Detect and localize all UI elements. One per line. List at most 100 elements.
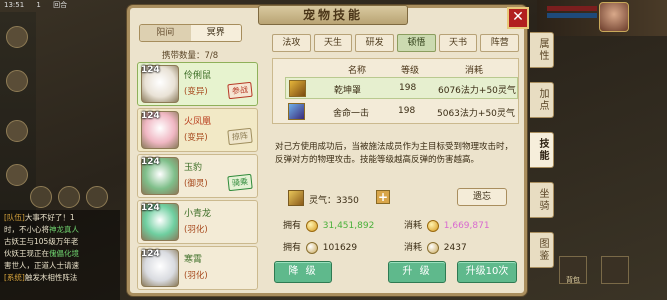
pet-name: 伶俐鼠 [184, 71, 212, 81]
skill-tabs: 法攻 天生 研发 顿悟 天书 阵营 [272, 34, 520, 52]
pet-status-badge: 参战 [227, 81, 253, 100]
skill-icon [288, 103, 305, 120]
dialog-title: 宠物技能 [258, 5, 408, 25]
chat-highlight: 神龙真人 [49, 225, 79, 234]
hp-bar [547, 6, 597, 11]
skill-level: 198 [399, 83, 417, 93]
skill-tab[interactable]: 天生 [313, 34, 353, 52]
chat-text: 古妖王与105级万年老 [4, 237, 79, 246]
map-icon[interactable] [6, 70, 28, 92]
side-tab[interactable]: 加点 [530, 82, 554, 118]
skill-description: 对己方使用成功后，当被施法成员作为主目标受到物理攻击时，反弹对方的物理攻击。技能… [275, 142, 514, 165]
realm-option[interactable]: 冥界 [190, 25, 241, 41]
realm-option[interactable]: 阳间 [140, 25, 191, 41]
menu-icon[interactable] [6, 26, 28, 48]
pet-status-badge: 骑乘 [227, 173, 253, 192]
skill-cost: 5063法力+50灵气 [437, 109, 515, 119]
status-signal: 1 [36, 1, 41, 9]
skill-table: 名称 等级 消耗 乾坤罩 198 6076法力+50灵气 舍命一击 198 5063法力+… [272, 58, 519, 124]
skill-tab[interactable]: 法攻 [272, 34, 311, 52]
status-bar: 13:51 1 回合 [0, 0, 130, 12]
lingqi-value: 灵气：3350 [309, 196, 359, 206]
chat-tag: [系统] [4, 273, 25, 282]
chat-line: 时，不小心将神龙真人 [4, 224, 116, 236]
chat-text: 时，不小心将 [4, 225, 49, 234]
skill-tab[interactable]: 阵营 [480, 34, 520, 52]
bag-button[interactable]: 背包 [559, 256, 587, 284]
cost-silver-value: 2437 [443, 243, 467, 253]
have-gold-value: 31,451,892 [322, 221, 375, 231]
pet-type: (御灵) [184, 179, 208, 189]
pet-name: 寒霄 [184, 255, 203, 265]
have-silver-value: 101629 [322, 243, 358, 253]
task-icon[interactable] [6, 120, 28, 142]
pet-row[interactable]: 124 火凤凰 (变异) 掠阵 [137, 108, 258, 152]
realm-toggle: 阳间 冥界 [139, 24, 242, 42]
downgrade-button[interactable]: 降 级 [274, 261, 332, 283]
gold-coin-icon [305, 219, 318, 232]
pet-level: 124 [141, 157, 160, 167]
side-tab[interactable]: 属性 [530, 32, 554, 68]
chat-text: 触发木相性阵法 [24, 273, 78, 282]
pet-type: (变异) [184, 133, 208, 143]
side-tab[interactable]: 坐骑 [530, 182, 554, 218]
cost-label: 消耗 [404, 221, 423, 231]
forget-button[interactable]: 遗忘 [457, 188, 507, 206]
carry-count: 携带数量：7/8 [162, 51, 219, 61]
chat-dock [30, 186, 120, 208]
game-screen: 13:51 1 回合 [队伍]大事不好了！1 时，不小心将神龙真人 古妖王与105级… [0, 0, 667, 300]
friend-icon[interactable] [30, 186, 52, 208]
chat-text: 大事不好了！1 [24, 213, 75, 222]
voice-icon[interactable] [86, 186, 108, 208]
pet-status-badge: 掠阵 [227, 127, 253, 146]
silver-coin-icon [426, 241, 439, 254]
add-lingqi-button[interactable]: + [376, 190, 390, 204]
status-time: 13:51 [4, 1, 25, 9]
hero-portrait[interactable] [599, 2, 629, 32]
mp-bar [547, 13, 597, 18]
have-silver-row: 拥有 101629 [283, 240, 357, 254]
pet-row[interactable]: 124 伶俐鼠 (变异) 参战 [137, 62, 258, 106]
skill-name: 乾坤罩 [334, 86, 362, 96]
skill-tab[interactable]: 天书 [438, 34, 478, 52]
cost-label: 消耗 [404, 243, 423, 253]
skill-row[interactable]: 乾坤罩 198 6076法力+50灵气 [285, 77, 518, 99]
upgrade-10-button[interactable]: 升级10次 [457, 261, 517, 283]
lingqi-icon [288, 190, 304, 206]
chat-line: [系统]触发木相性阵法 [4, 272, 116, 284]
chat-line: 害世人，正道人士请速 [4, 260, 116, 272]
chat-panel[interactable]: [队伍]大事不好了！1 时，不小心将神龙真人 古妖王与105级万年老 伙妖王现正在傀儡… [0, 210, 120, 300]
pet-name: 火凤凰 [184, 117, 212, 127]
chat-icon[interactable] [58, 186, 80, 208]
gold-coin-icon [426, 219, 439, 232]
player-hud [537, 0, 667, 36]
chat-highlight: 傀儡化境 [49, 249, 79, 258]
pet-name: 玉豹 [184, 163, 203, 173]
team-icon[interactable] [6, 164, 28, 186]
silver-coin-icon [305, 241, 318, 254]
cost-silver-row: 消耗 2437 [404, 240, 467, 254]
chat-text: 害世人，正道人士请速 [4, 261, 79, 270]
cost-gold-value: 1,669,871 [443, 221, 490, 231]
skill-level: 198 [398, 106, 416, 116]
pet-type: (变异) [184, 87, 208, 97]
pet-row[interactable]: 124 小青龙 (羽化) [137, 200, 258, 244]
side-tab[interactable]: 图鉴 [530, 232, 554, 268]
skill-name: 舍命一击 [333, 109, 370, 119]
close-button[interactable]: ✕ [507, 7, 529, 29]
skill-tab[interactable]: 研发 [355, 34, 395, 52]
pet-level: 124 [141, 249, 160, 259]
pet-row[interactable]: 124 寒霄 (羽化) [137, 246, 258, 290]
skill-tab[interactable]: 顿悟 [397, 34, 436, 52]
pet-row[interactable]: 124 玉豹 (御灵) 骑乘 [137, 154, 258, 198]
status-action: 回合 [53, 1, 68, 9]
upgrade-button[interactable]: 升 级 [388, 261, 446, 283]
header-level: 等级 [401, 66, 420, 76]
pet-type: (羽化) [184, 271, 208, 281]
pet-list: 124 伶俐鼠 (变异) 参战 124 火凤凰 (变异) 掠阵 124 玉豹 (御灵) 骑乘 124 小青… [137, 62, 258, 290]
system-button[interactable] [601, 256, 629, 284]
skill-row[interactable]: 舍命一击 198 5063法力+50灵气 [285, 101, 518, 123]
side-tab[interactable]: 技能 [530, 132, 554, 168]
header-cost: 消耗 [465, 66, 484, 76]
chat-line: 古妖王与105级万年老 [4, 236, 116, 248]
